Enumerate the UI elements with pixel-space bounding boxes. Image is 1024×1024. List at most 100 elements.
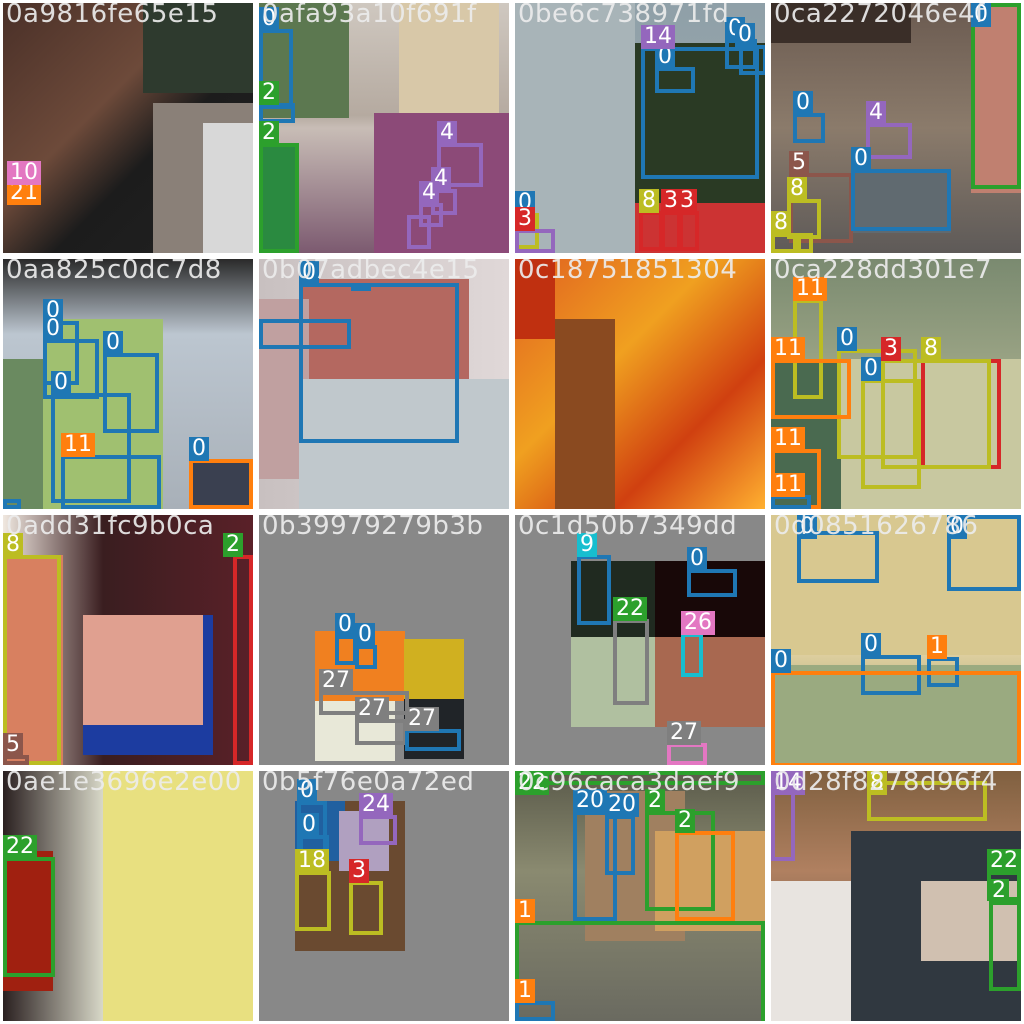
class-label: 27 bbox=[405, 707, 439, 731]
bounding-box bbox=[61, 455, 161, 509]
class-label: 0 bbox=[189, 437, 209, 461]
class-label: 22 bbox=[987, 849, 1021, 873]
mosaic-tile: 0 4 0 5 0 8 8 0ca2272046e4f bbox=[771, 3, 1021, 253]
bounding-box bbox=[681, 633, 703, 677]
bounding-box bbox=[299, 283, 459, 443]
class-label: 0 bbox=[355, 623, 375, 647]
class-label: 2 bbox=[259, 121, 279, 145]
class-label: 3 bbox=[349, 859, 369, 883]
tile-filename: 0b39979279b3b bbox=[262, 515, 484, 541]
bounding-box bbox=[515, 229, 555, 253]
mosaic-tile: 0 0b07adbec4e15 bbox=[259, 259, 509, 509]
mosaic-grid: 21100a9816fe65e150224440afa93a10f691f700… bbox=[0, 0, 1024, 1024]
image-region bbox=[83, 615, 203, 725]
class-label: 3 bbox=[515, 207, 535, 231]
class-label: 1 bbox=[927, 635, 947, 659]
bounding-box bbox=[349, 881, 383, 935]
bounding-box bbox=[687, 569, 737, 597]
class-label: 0 bbox=[771, 649, 791, 673]
class-label: 8 bbox=[787, 177, 807, 201]
bounding-box bbox=[259, 143, 299, 253]
class-label: 11 bbox=[771, 427, 805, 451]
tile-filename: 0afa93a10f691f bbox=[262, 3, 477, 29]
class-label: 0 bbox=[687, 547, 707, 571]
bounding-box bbox=[771, 495, 811, 509]
class-label: 0 bbox=[735, 23, 755, 47]
bounding-box bbox=[3, 499, 21, 509]
class-label: 3 bbox=[677, 189, 697, 213]
bounding-box bbox=[989, 901, 1021, 991]
mosaic-tile: 0 0 0 0 11 0 0aa825c0dc7d8 bbox=[3, 259, 253, 509]
class-label: 11 bbox=[61, 433, 95, 457]
image-region bbox=[203, 123, 253, 253]
image-region bbox=[3, 359, 43, 509]
tile-filename: 0a9816fe65e15 bbox=[6, 3, 219, 29]
tile-filename: 0b5f76e0a72ed bbox=[262, 771, 475, 797]
class-label: 2 bbox=[989, 879, 1009, 903]
mosaic-tile: 8 2 5 0add31fc9b0ca bbox=[3, 515, 253, 765]
class-label: 0 bbox=[43, 317, 63, 341]
image-region bbox=[555, 319, 615, 509]
bounding-box bbox=[577, 555, 611, 625]
bounding-box bbox=[355, 645, 377, 669]
bounding-box bbox=[675, 831, 735, 921]
class-label: 0 bbox=[851, 147, 871, 171]
image-region bbox=[771, 881, 851, 1021]
class-label: 0 bbox=[793, 91, 813, 115]
tile-filename: 0b07adbec4e15 bbox=[262, 259, 480, 285]
tile-filename: 0be6c738971fd bbox=[518, 3, 730, 29]
tile-filename: 0ae1e3696e2e00 bbox=[6, 771, 242, 797]
class-label: 27 bbox=[355, 697, 389, 721]
class-label: 4 bbox=[419, 181, 439, 205]
bounding-box bbox=[613, 619, 649, 705]
class-label: 0 bbox=[861, 357, 881, 381]
bounding-box bbox=[259, 319, 351, 349]
bounding-box bbox=[405, 729, 461, 751]
class-label: 8 bbox=[639, 189, 659, 213]
tile-filename: 0c1d50b7349dd bbox=[518, 515, 738, 541]
bounding-box bbox=[971, 3, 1021, 189]
bounding-box bbox=[233, 555, 253, 765]
bounding-box bbox=[639, 211, 663, 251]
mosaic-tile: 22 0ae1e3696e2e00 bbox=[3, 771, 253, 1021]
class-label: 11 bbox=[771, 473, 805, 497]
tile-filename: 0aa825c0dc7d8 bbox=[6, 259, 222, 285]
tile-filename: 0ca2272046e4f bbox=[774, 3, 985, 29]
mosaic-tile: 0c18751851304 bbox=[515, 259, 765, 509]
class-label: 1 bbox=[515, 979, 535, 1003]
mosaic-tile: 0 2 2 4 4 4 0afa93a10f691f bbox=[259, 3, 509, 253]
class-label: 5 bbox=[3, 733, 23, 757]
bounding-box bbox=[655, 67, 695, 93]
bounding-box bbox=[189, 459, 253, 509]
tile-filename: 0c96caca3daef9 bbox=[518, 771, 741, 797]
tile-filename: 0ca228dd301e7 bbox=[774, 259, 993, 285]
image-region bbox=[404, 639, 464, 699]
bounding-box bbox=[407, 215, 431, 249]
class-label: 2 bbox=[259, 81, 279, 105]
tile-filename: 0d28f8278d96f4 bbox=[774, 771, 998, 797]
tile-filename: 0add31fc9b0ca bbox=[6, 515, 215, 541]
class-label: 22 bbox=[3, 835, 37, 859]
class-label: 10 bbox=[7, 161, 41, 185]
bounding-box bbox=[335, 635, 357, 665]
class-label: 18 bbox=[295, 849, 329, 873]
class-label: 22 bbox=[613, 597, 647, 621]
class-label: 26 bbox=[681, 611, 715, 635]
bounding-box bbox=[866, 123, 912, 159]
class-label: 3 bbox=[881, 337, 901, 361]
tile-filename: 0d0851626786 bbox=[774, 515, 979, 541]
bounding-box bbox=[881, 359, 991, 469]
mosaic-tile: 0000279022260c1d50b7349dd bbox=[515, 515, 765, 765]
bounding-box bbox=[851, 169, 951, 231]
bounding-box bbox=[771, 791, 795, 861]
class-label: 8 bbox=[771, 211, 791, 235]
bounding-box bbox=[515, 1001, 555, 1021]
class-label: 1 bbox=[515, 899, 535, 923]
mosaic-tile: 14 8 22 2 0d28f8278d96f4 bbox=[771, 771, 1021, 1021]
image-region bbox=[103, 771, 253, 1021]
bounding-box bbox=[771, 359, 851, 419]
class-label: 2 bbox=[675, 809, 695, 833]
mosaic-tile: 0027272700b39979279b3b bbox=[259, 515, 509, 765]
mosaic-tile: 88883111111110080ca228dd301e7 bbox=[771, 259, 1021, 509]
class-label: 5 bbox=[789, 151, 809, 175]
